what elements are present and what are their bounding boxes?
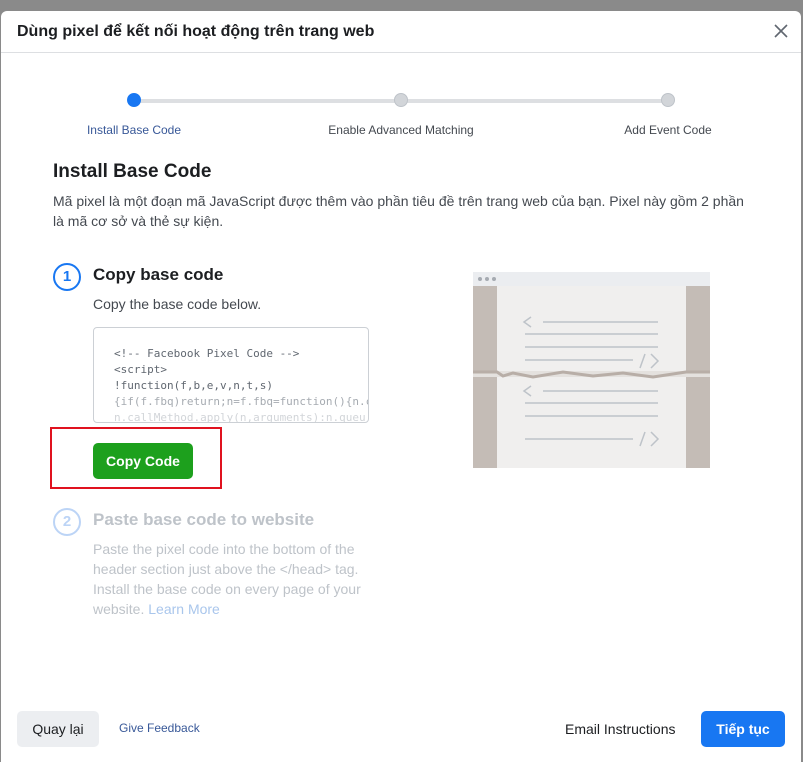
copy-code-button[interactable]: Copy Code — [93, 443, 193, 479]
close-icon — [774, 24, 788, 38]
code-line: <script> — [114, 363, 167, 376]
give-feedback-link[interactable]: Give Feedback — [119, 721, 200, 735]
step-2-title: Paste base code to website — [93, 510, 315, 529]
code-line: <!-- Facebook Pixel Code --> — [114, 347, 300, 360]
stepper-dot-3[interactable] — [661, 93, 675, 107]
step-2-number: 2 — [53, 508, 81, 536]
dialog-title: Dùng pixel để kết nối hoạt động trên tra… — [17, 23, 375, 40]
email-instructions-link[interactable]: Email Instructions — [565, 721, 675, 737]
step-1-description: Copy the base code below. — [93, 296, 262, 312]
stepper-label-advanced-matching[interactable]: Enable Advanced Matching — [328, 123, 473, 137]
close-button[interactable] — [771, 21, 791, 41]
back-button[interactable]: Quay lại — [17, 711, 99, 747]
dialog-header: Dùng pixel để kết nối hoạt động trên tra… — [1, 11, 801, 53]
stepper-dot-2[interactable] — [394, 93, 408, 107]
code-line: n.callMethod.apply(n,arguments):n.queu — [114, 411, 366, 423]
stepper-label-install[interactable]: Install Base Code — [87, 123, 181, 137]
browser-illustration-icon — [473, 272, 710, 468]
code-line: {if(f.fbq)return;n=f.fbq=function(){n.ca — [114, 395, 369, 408]
step-2-description-text: Paste the pixel code into the bottom of … — [93, 541, 361, 617]
learn-more-link[interactable]: Learn More — [148, 601, 220, 617]
section-description: Mã pixel là một đoạn mã JavaScript được … — [53, 193, 744, 229]
stepper-label-event-code[interactable]: Add Event Code — [624, 123, 711, 137]
pixel-setup-dialog: Dùng pixel để kết nối hoạt động trên tra… — [1, 11, 801, 762]
step-1-title: Copy base code — [93, 265, 224, 284]
step-1-number: 1 — [53, 263, 81, 291]
base-code-box[interactable]: <!-- Facebook Pixel Code --> <script> !f… — [93, 327, 369, 423]
section-title: Install Base Code — [53, 161, 212, 182]
step-2-description: Paste the pixel code into the bottom of … — [93, 539, 373, 619]
continue-button[interactable]: Tiếp tục — [701, 711, 785, 747]
stepper-dot-1[interactable] — [127, 93, 141, 107]
code-line: !function(f,b,e,v,n,t,s) — [114, 379, 273, 392]
website-code-illustration — [473, 272, 710, 468]
progress-stepper: Install Base Code Enable Advanced Matchi… — [1, 81, 801, 141]
